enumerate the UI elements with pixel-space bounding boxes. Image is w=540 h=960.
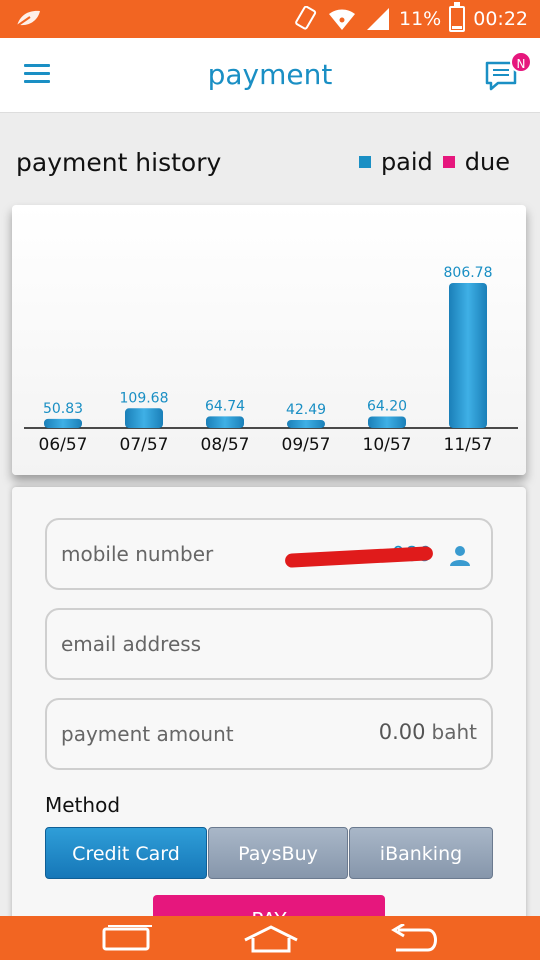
- payment-amount-field[interactable]: payment amount 0.00 baht: [45, 698, 493, 770]
- page-title: payment: [207, 58, 333, 91]
- chart-legend: paid due: [358, 148, 510, 176]
- bar-09-57: [287, 420, 325, 428]
- bar-value-label: 109.68: [120, 390, 169, 406]
- method-ibanking-button[interactable]: iBanking: [349, 827, 493, 879]
- bar-value-label: 64.20: [367, 398, 407, 414]
- payment-form: mobile number 089 email address payment …: [12, 487, 526, 935]
- bar-10-57: [368, 416, 406, 428]
- mobile-number-label: mobile number: [61, 542, 214, 566]
- bar-value-label: 50.83: [43, 401, 83, 417]
- legend-paid-label: paid: [380, 148, 433, 176]
- payment-history-title: payment history: [16, 148, 222, 177]
- legend-due: due: [442, 148, 510, 176]
- notification-badge: N: [510, 51, 532, 73]
- method-paysbuy-button[interactable]: PaysBuy: [208, 827, 348, 879]
- amount-unit: baht: [431, 720, 477, 744]
- contact-person-icon[interactable]: [447, 542, 473, 568]
- payment-amount-value: 0.00 baht: [379, 720, 477, 744]
- amount-number: 0.00: [378, 720, 426, 744]
- navigation-bar: [0, 916, 540, 960]
- signal-icon: [367, 8, 389, 30]
- back-icon[interactable]: [386, 924, 442, 954]
- battery-percent: 11%: [399, 8, 442, 30]
- email-label: email address: [61, 632, 202, 656]
- app-bar: payment N: [0, 38, 540, 113]
- payment-amount-label: payment amount: [61, 722, 234, 746]
- x-tick-label: 09/57: [282, 435, 331, 455]
- bar-value-label: 64.74: [205, 398, 245, 414]
- method-label: Method: [45, 793, 121, 817]
- legend-paid: paid: [358, 148, 433, 176]
- bar-08-57: [206, 416, 244, 428]
- bar-value-label: 806.78: [444, 265, 493, 281]
- home-icon[interactable]: [241, 924, 301, 954]
- x-tick-label: 07/57: [120, 435, 169, 455]
- legend-due-swatch: [442, 156, 455, 168]
- payment-history-chart: 50.83 06/57 109.68 07/57 64.74 08/57 42.49 09/5…: [12, 205, 526, 475]
- bar-chart: 50.83 06/57 109.68 07/57 64.74 08/57 42.49 09/5…: [24, 265, 518, 455]
- x-tick-label: 11/57: [444, 435, 493, 455]
- bar-value-label: 42.49: [286, 402, 326, 418]
- clock: 00:22: [473, 8, 528, 30]
- method-credit-card-button[interactable]: Credit Card: [45, 827, 207, 879]
- legend-due-label: due: [464, 148, 510, 176]
- x-tick-label: 10/57: [363, 435, 412, 455]
- bar-11-57: [449, 283, 487, 428]
- legend-paid-swatch: [358, 156, 371, 168]
- recent-apps-icon[interactable]: [100, 924, 154, 954]
- x-tick-label: 06/57: [39, 435, 88, 455]
- vibrate-icon: [295, 6, 317, 30]
- leaf-icon: [16, 10, 40, 27]
- x-tick-label: 08/57: [201, 435, 250, 455]
- email-field[interactable]: email address: [45, 608, 493, 680]
- bar-07-57: [125, 408, 163, 428]
- mobile-number-field[interactable]: mobile number 089: [45, 518, 493, 590]
- bar-06-57: [44, 418, 82, 428]
- wifi-icon: [329, 9, 355, 30]
- status-bar: 11% 00:22: [0, 0, 540, 38]
- battery-icon: [449, 2, 466, 32]
